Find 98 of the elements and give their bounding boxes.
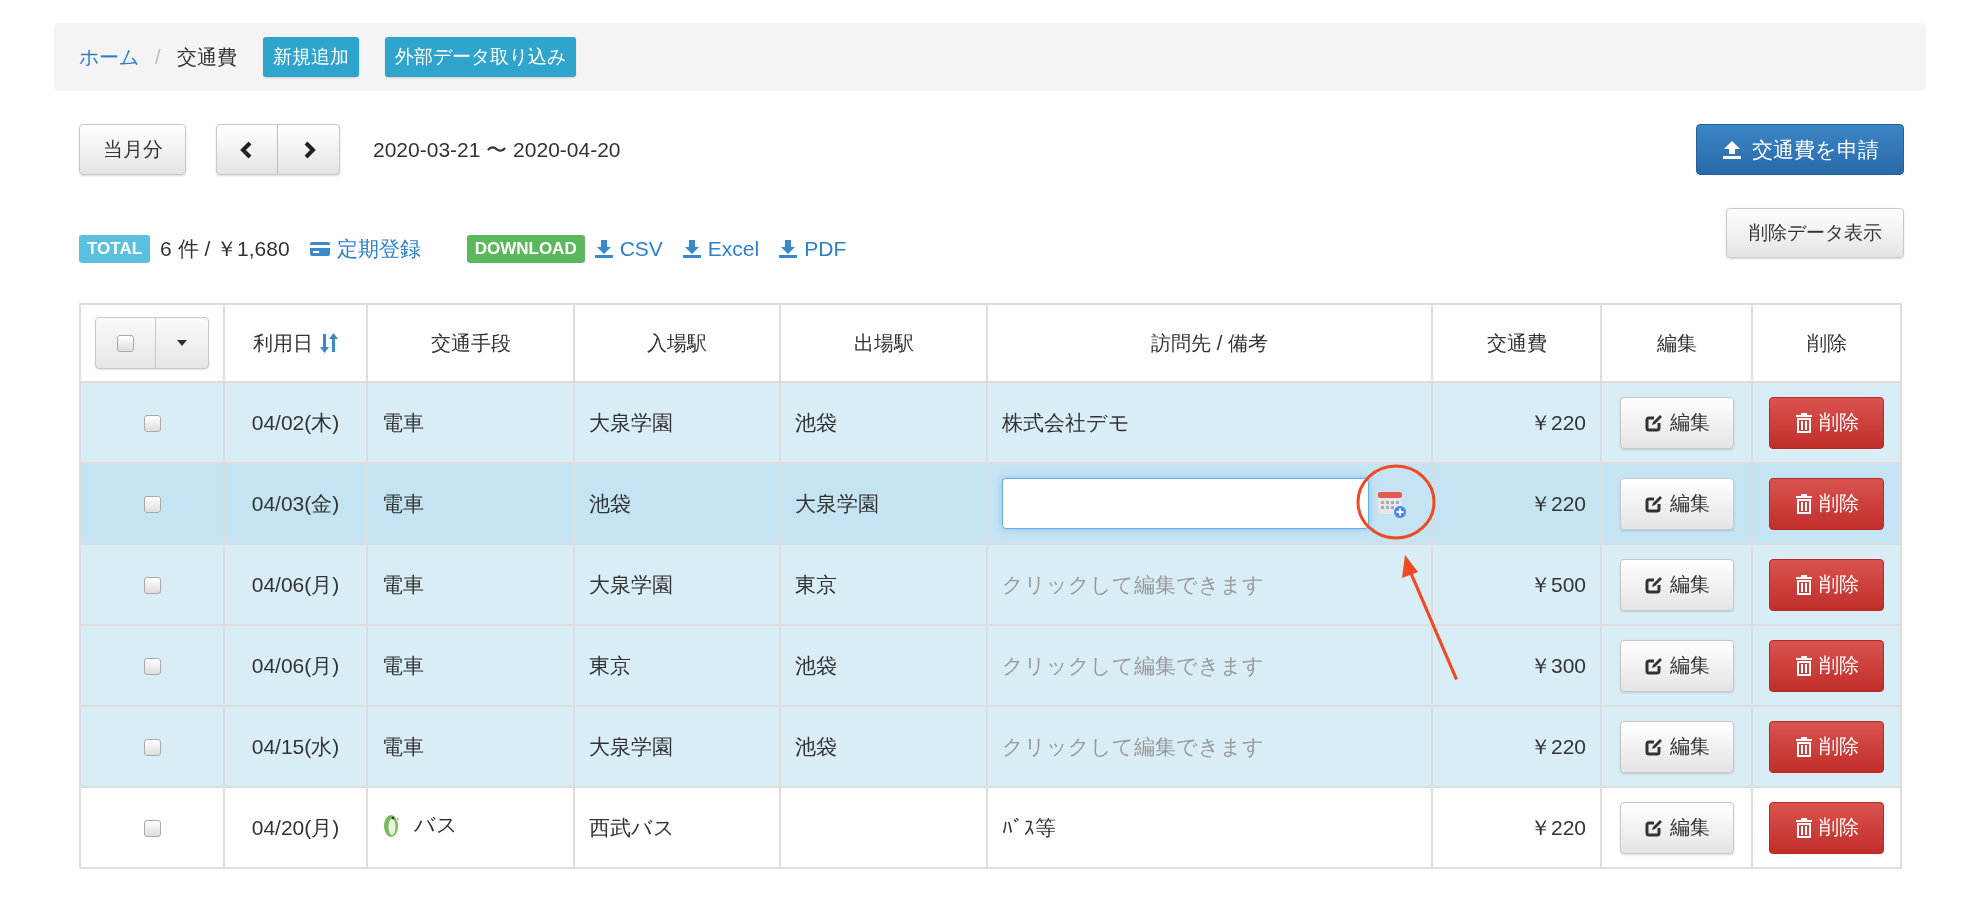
- trash-icon: [1794, 654, 1813, 677]
- trash-icon: [1794, 411, 1813, 434]
- column-header: 削除: [1806, 330, 1847, 356]
- date-cell: 04/15(水): [251, 734, 340, 758]
- exit-station-cell: 池袋: [795, 734, 837, 758]
- entry-station-cell: 東京: [589, 653, 631, 677]
- edit-icon: [1643, 493, 1664, 514]
- chevron-left-icon: [240, 140, 254, 159]
- select-all-checkbox[interactable]: [117, 334, 134, 352]
- show-deleted-button[interactable]: 削除データ表示: [1726, 208, 1904, 258]
- fare-cell: ￥220: [1529, 410, 1586, 434]
- edit-button[interactable]: 編集: [1619, 396, 1734, 449]
- delete-button[interactable]: 削除: [1769, 558, 1884, 611]
- entry-station-cell: 池袋: [589, 491, 631, 515]
- row-checkbox[interactable]: [143, 820, 161, 838]
- entry-station-cell: 大泉学園: [589, 410, 673, 434]
- exit-station-cell: 池袋: [795, 653, 837, 677]
- transport-cell-text: 電車: [382, 409, 424, 436]
- note-input-field[interactable]: [1002, 478, 1369, 529]
- download-icon: [682, 239, 701, 259]
- delete-button[interactable]: 削除: [1769, 720, 1884, 773]
- date-cell: 04/20(月): [251, 815, 340, 839]
- edit-button[interactable]: 編集: [1619, 477, 1734, 530]
- edit-icon: [1643, 736, 1664, 757]
- fare-cell: ￥300: [1529, 653, 1586, 677]
- download-link[interactable]: CSV: [594, 237, 663, 261]
- download-link[interactable]: Excel: [682, 237, 760, 261]
- transport-cell-text: 電車: [382, 652, 424, 679]
- caret-icon: [177, 340, 187, 346]
- row-checkbox[interactable]: [143, 415, 161, 433]
- row-checkbox[interactable]: [143, 496, 161, 514]
- note-cell: 株式会社デモ: [1002, 410, 1130, 434]
- apply-button[interactable]: 交通費を申請: [1696, 124, 1904, 175]
- entry-station-cell: 大泉学園: [589, 734, 673, 758]
- card-icon: [309, 241, 330, 257]
- previous-button[interactable]: [216, 124, 278, 175]
- column-header: 入場駅: [647, 330, 707, 356]
- transport-cell-text: 電車: [382, 571, 424, 598]
- edit-button[interactable]: 編集: [1619, 720, 1734, 773]
- delete-button[interactable]: 削除: [1769, 396, 1884, 449]
- edit-icon: [1643, 817, 1664, 838]
- current-month-button[interactable]: 当月分: [79, 124, 186, 175]
- fare-cell: ￥220: [1529, 491, 1586, 515]
- download-badge: DOWNLOAD: [466, 235, 585, 263]
- breadcrumb-current: 交通費: [176, 44, 237, 70]
- trash-icon: [1794, 816, 1813, 839]
- exit-station-cell: 東京: [795, 572, 837, 596]
- download-icon: [779, 239, 798, 259]
- total-summary: 6 件 / ￥1,680: [160, 236, 290, 262]
- column-header: 編集: [1656, 330, 1697, 356]
- row-checkbox[interactable]: [143, 577, 161, 595]
- sort-icon[interactable]: [318, 332, 339, 354]
- column-header: 出場駅: [853, 330, 914, 356]
- date-cell: 04/02(木): [251, 410, 340, 434]
- edit-button[interactable]: 編集: [1619, 558, 1734, 611]
- action-button[interactable]: 新規追加: [262, 37, 359, 77]
- column-header: 訪問先 / 備考: [1151, 330, 1268, 356]
- transport-cell-text: 電車: [382, 733, 424, 760]
- transport-cell-text: バス: [414, 812, 458, 838]
- entry-station-cell: 西武バス: [589, 815, 675, 839]
- date-cell: 04/06(月): [251, 653, 340, 677]
- exit-station-cell: 池袋: [795, 410, 837, 434]
- total-badge: TOTAL: [79, 235, 151, 263]
- trash-icon: [1794, 735, 1813, 758]
- transport-cell-text: 電車: [382, 490, 424, 517]
- entry-station-cell: 大泉学園: [589, 572, 673, 596]
- breadcrumb-separator: /: [155, 45, 161, 69]
- action-button[interactable]: 外部データ取り込み: [384, 37, 576, 77]
- edit-button[interactable]: 編集: [1619, 801, 1734, 854]
- download-icon: [594, 239, 613, 259]
- trash-icon: [1794, 492, 1813, 515]
- edit-button[interactable]: 編集: [1619, 639, 1734, 692]
- download-link[interactable]: PDF: [779, 237, 847, 261]
- edit-icon: [1643, 574, 1664, 595]
- date-range: 2020-03-21 〜 2020-04-20: [373, 136, 621, 163]
- fare-cell: ￥220: [1529, 734, 1586, 758]
- next-button[interactable]: [278, 124, 340, 175]
- trash-icon: [1794, 573, 1813, 596]
- note-cell: ﾊﾞｽ等: [1002, 815, 1056, 839]
- column-header: 交通手段: [430, 330, 511, 356]
- edit-icon: [1643, 412, 1664, 433]
- date-cell: 04/06(月): [251, 572, 340, 596]
- column-header: 交通費: [1486, 330, 1547, 356]
- row-checkbox[interactable]: [143, 739, 161, 757]
- delete-button[interactable]: 削除: [1769, 801, 1884, 854]
- column-header: 利用日: [252, 330, 313, 356]
- delete-button[interactable]: 削除: [1769, 477, 1884, 530]
- date-cell: 04/03(金): [251, 491, 340, 515]
- home-link[interactable]: ホーム: [79, 43, 139, 71]
- edit-icon: [1643, 655, 1664, 676]
- upload-icon: [1721, 139, 1742, 160]
- delete-button[interactable]: 削除: [1769, 639, 1884, 692]
- exit-station-cell: 大泉学園: [795, 491, 879, 515]
- fare-cell: ￥500: [1529, 572, 1586, 596]
- commuter-pass-link[interactable]: 定期登録: [309, 235, 421, 263]
- select-all-dropdown[interactable]: [95, 317, 209, 369]
- row-checkbox[interactable]: [143, 658, 161, 676]
- fare-cell: ￥220: [1529, 815, 1586, 839]
